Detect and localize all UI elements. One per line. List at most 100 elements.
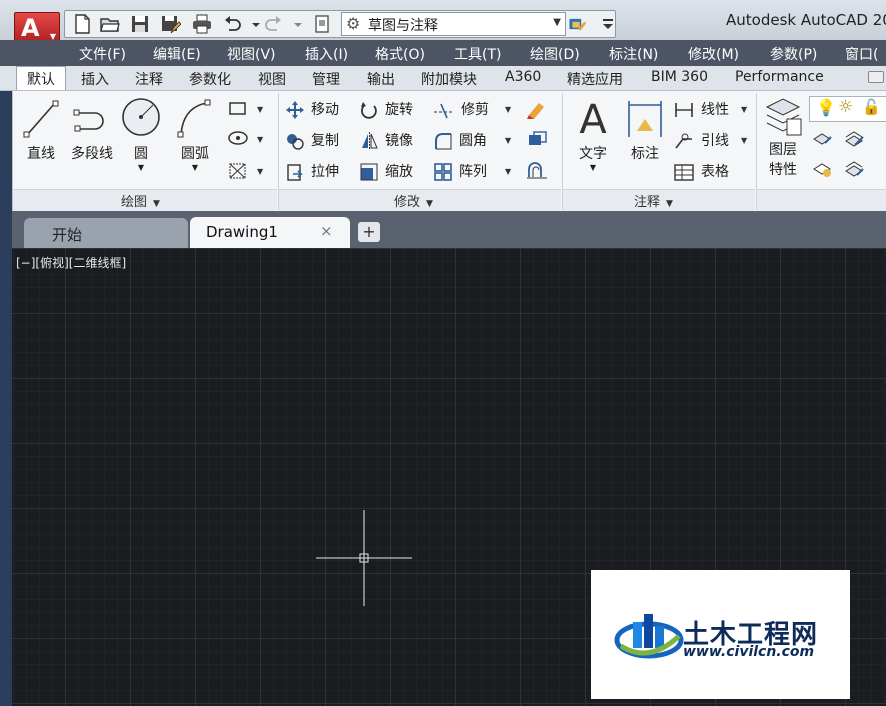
rotate-label: 旋转 (385, 102, 413, 118)
annotation-panel-title[interactable]: 注释 ▼ (634, 191, 673, 210)
viewport-controls[interactable]: [−][俯视][二维线框] (16, 254, 126, 271)
plot-icon[interactable] (311, 13, 335, 35)
tab-addins[interactable]: 附加模块 (421, 69, 477, 89)
tab-default[interactable]: 默认 (16, 66, 66, 93)
tab-featured-apps[interactable]: 精选应用 (567, 69, 623, 89)
workspace-switcher[interactable]: ⚙ 草图与注释 ▼ (341, 12, 566, 36)
move-button[interactable]: 移动 (285, 99, 339, 120)
layer-tool-icon[interactable] (811, 159, 835, 183)
dimension-icon (628, 101, 662, 137)
redo-icon[interactable] (263, 13, 287, 35)
mirror-button[interactable]: 镜像 (359, 130, 413, 151)
ribbon-minimize-icon[interactable] (868, 71, 884, 83)
chevron-down-icon: ▼ (426, 199, 433, 209)
menu-edit[interactable]: 编辑(E) (153, 44, 201, 64)
array-label: 阵列 (459, 164, 487, 180)
menu-view[interactable]: 视图(V) (227, 44, 276, 64)
redo-dropdown-icon[interactable] (287, 13, 302, 35)
tab-bim360[interactable]: BIM 360 (651, 69, 708, 85)
layer-tool-icon[interactable] (843, 159, 867, 183)
ribbon-tab-bar: 默认 插入 注释 参数化 视图 管理 输出 附加模块 A360 精选应用 BIM… (0, 66, 886, 93)
chevron-down-icon[interactable]: ▼ (505, 105, 511, 114)
chevron-down-icon: ▼ (137, 163, 145, 172)
tab-insert[interactable]: 插入 (81, 69, 109, 89)
rotate-button[interactable]: 旋转 (359, 99, 413, 120)
menu-file[interactable]: 文件(F) (79, 44, 126, 64)
menu-dimension[interactable]: 标注(N) (609, 44, 658, 64)
panel-divider (278, 93, 279, 210)
layer-tool-icon[interactable] (843, 129, 867, 153)
chevron-down-icon[interactable]: ▼ (257, 167, 263, 176)
panel-divider (756, 93, 757, 210)
open-folder-icon[interactable] (99, 13, 123, 35)
chevron-down-icon[interactable]: ▼ (505, 136, 511, 145)
polyline-button[interactable]: 多段线 (67, 97, 117, 163)
chevron-down-icon: ▼ (589, 163, 597, 172)
draw-panel-title[interactable]: 绘图 ▼ (121, 191, 160, 210)
layer-dropdown[interactable]: 💡 ☼ 🔓 (809, 96, 886, 122)
chevron-down-icon[interactable]: ▼ (505, 167, 511, 176)
stretch-icon (287, 164, 303, 181)
menu-insert[interactable]: 插入(I) (305, 44, 348, 64)
layer-properties-button[interactable]: 图层 特性 (761, 95, 805, 179)
rectangle-icon[interactable] (227, 99, 249, 121)
customize-qat-icon[interactable] (597, 13, 613, 35)
tab-view[interactable]: 视图 (258, 69, 286, 89)
menu-parametric[interactable]: 参数(P) (770, 44, 817, 64)
chevron-down-icon[interactable]: ▼ (741, 136, 747, 145)
match-properties-icon[interactable] (568, 13, 598, 35)
undo-icon[interactable] (221, 13, 245, 35)
erase-icon[interactable] (525, 97, 549, 123)
save-as-icon[interactable] (159, 13, 183, 35)
tab-drawing1[interactable]: Drawing1 × (190, 217, 350, 248)
modify-panel-title[interactable]: 修改 ▼ (394, 191, 433, 210)
array-button[interactable]: 阵列 (433, 161, 487, 182)
circle-button[interactable]: 圆 ▼ (119, 95, 163, 172)
leader-button[interactable]: 引线 (673, 130, 729, 151)
chevron-down-icon[interactable]: ▼ (257, 135, 263, 144)
chevron-down-icon[interactable]: ▼ (257, 105, 263, 114)
tab-manage[interactable]: 管理 (312, 69, 340, 89)
save-icon[interactable] (129, 13, 153, 35)
new-file-icon[interactable] (71, 13, 95, 35)
boundary-icon[interactable] (227, 161, 249, 185)
trim-label: 修剪 (461, 102, 489, 118)
linear-dimension-button[interactable]: 线性 (673, 99, 729, 120)
leader-icon (675, 133, 692, 149)
menu-tools[interactable]: 工具(T) (454, 44, 501, 64)
table-button[interactable]: 表格 (673, 161, 729, 182)
circle-icon (122, 98, 160, 136)
workspace-label: 草图与注释 (368, 18, 438, 34)
fillet-button[interactable]: 圆角 (433, 130, 487, 151)
move-label: 移动 (311, 102, 339, 118)
offset-icon[interactable] (525, 159, 549, 185)
tab-output[interactable]: 输出 (367, 69, 395, 89)
copy-button[interactable]: 复制 (285, 130, 339, 151)
copy-icon (287, 134, 304, 150)
tab-start[interactable]: 开始 (24, 218, 188, 248)
menu-modify[interactable]: 修改(M) (688, 44, 739, 64)
tab-annotate[interactable]: 注释 (135, 69, 163, 89)
menu-draw[interactable]: 绘图(D) (530, 44, 580, 64)
tab-parametric[interactable]: 参数化 (189, 69, 231, 89)
trim-button[interactable]: 修剪 (433, 99, 489, 120)
close-icon[interactable]: × (320, 222, 333, 240)
tab-start-label: 开始 (52, 226, 83, 244)
menu-format[interactable]: 格式(O) (375, 44, 425, 64)
print-icon[interactable] (191, 13, 215, 35)
scale-button[interactable]: 缩放 (359, 161, 413, 182)
hatch-icon[interactable] (227, 129, 249, 151)
explode-icon[interactable] (525, 129, 549, 155)
dimension-button[interactable]: 标注 (623, 97, 667, 163)
layer-tool-icon[interactable] (811, 129, 835, 153)
tab-a360[interactable]: A360 (505, 69, 541, 85)
tab-performance[interactable]: Performance (735, 69, 824, 85)
chevron-down-icon[interactable]: ▼ (741, 105, 747, 114)
new-tab-button[interactable]: + (358, 222, 380, 242)
menu-window[interactable]: 窗口( (845, 44, 878, 64)
line-button[interactable]: 直线 (21, 97, 61, 163)
arc-button[interactable]: 圆弧 ▼ (173, 97, 217, 172)
stretch-button[interactable]: 拉伸 (285, 161, 339, 182)
undo-dropdown-icon[interactable] (245, 13, 260, 35)
text-button[interactable]: A 文字 ▼ (571, 95, 615, 172)
